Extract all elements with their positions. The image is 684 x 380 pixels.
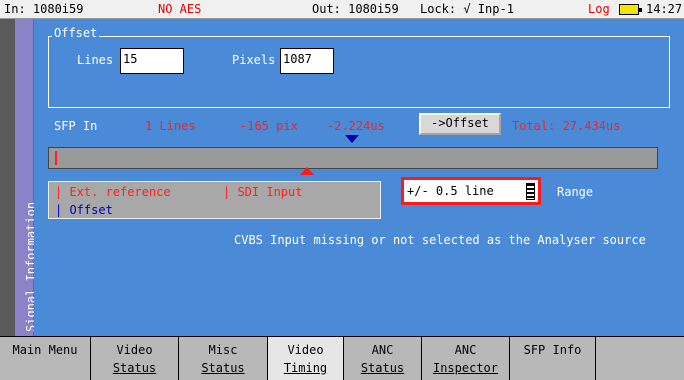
input-format: In: 1080i59 <box>4 2 84 16</box>
timing-bar <box>48 147 658 169</box>
side-gutter <box>0 19 15 336</box>
tab-misc-status[interactable]: Misc Status <box>178 336 267 380</box>
status-bar: In: 1080i59 NO AES Out: 1080i59 Lock: √ … <box>0 0 684 19</box>
sfp-total-value: Total: 27.434us <box>512 119 621 133</box>
tab-label: Video <box>116 343 153 357</box>
bottom-nav: Main Menu Video Status Misc Status Video… <box>0 336 684 380</box>
tab-main-menu[interactable]: Main Menu <box>0 336 90 380</box>
lines-label: Lines <box>77 53 114 67</box>
tab-label: SFP Info <box>523 343 582 357</box>
output-format: Out: 1080i59 <box>312 2 399 16</box>
ext-reference-cursor <box>55 151 57 165</box>
tab-sfp-info[interactable]: SFP Info <box>509 336 595 380</box>
range-select[interactable]: +/- 0.5 line <box>401 177 541 205</box>
offset-legend: Offset <box>52 26 100 40</box>
tab-anc-status[interactable]: ANC Status <box>343 336 421 380</box>
tab-label-line2: Status <box>201 361 245 375</box>
range-label: Range <box>557 185 594 199</box>
tab-label: ANC <box>454 343 477 357</box>
video-timing-panel: Lines 15 Pixels 1087 Offset SFP In 1 Lin… <box>34 19 684 336</box>
pixels-field[interactable]: 1087 <box>280 48 334 74</box>
tab-empty <box>595 336 684 380</box>
pixels-label: Pixels <box>232 53 276 67</box>
tab-video-status[interactable]: Video Status <box>90 336 178 380</box>
range-value: +/- 0.5 line <box>407 184 494 198</box>
sfp-in-label: SFP In <box>54 119 98 133</box>
offset-group: Lines 15 Pixels 1087 <box>48 36 670 108</box>
sfp-pix-value: -165 pix <box>240 119 298 133</box>
legend-offset: | Offset <box>55 203 113 217</box>
scroll-icon <box>526 183 535 200</box>
battery-icon <box>619 4 642 15</box>
offset-marker-icon <box>345 135 359 143</box>
sdi-input-marker-icon <box>300 167 314 175</box>
tab-label: Video <box>287 343 324 357</box>
tab-anc-inspector[interactable]: ANC Inspector <box>421 336 509 380</box>
timing-legend: | Ext. reference | SDI Input | Offset <box>48 181 381 219</box>
tab-video-timing[interactable]: Video Timing <box>267 336 343 380</box>
apply-offset-button[interactable]: ->Offset <box>419 113 501 135</box>
tab-label: Main Menu <box>12 343 78 357</box>
sfp-lines-value: 1 Lines <box>145 119 196 133</box>
tab-label-line2: Inspector <box>432 361 499 375</box>
lines-field[interactable]: 15 <box>120 48 184 74</box>
tab-label-line2: Status <box>360 361 405 375</box>
tab-label-line2: Timing <box>283 361 328 375</box>
source-message: CVBS Input missing or not selected as th… <box>234 233 646 247</box>
sfp-us-value: -2.224us <box>327 119 385 133</box>
legend-ext-reference: | Ext. reference <box>55 185 171 199</box>
tab-label-line2: Status <box>112 361 157 375</box>
tab-label: ANC <box>371 343 394 357</box>
lock-status: Lock: √ Inp-1 <box>420 2 514 16</box>
legend-sdi-input: | SDI Input <box>223 185 303 199</box>
aes-status: NO AES <box>158 2 202 16</box>
tab-label: Misc <box>208 343 238 357</box>
log-indicator: Log <box>588 2 610 16</box>
clock: 14:27 <box>646 2 683 16</box>
